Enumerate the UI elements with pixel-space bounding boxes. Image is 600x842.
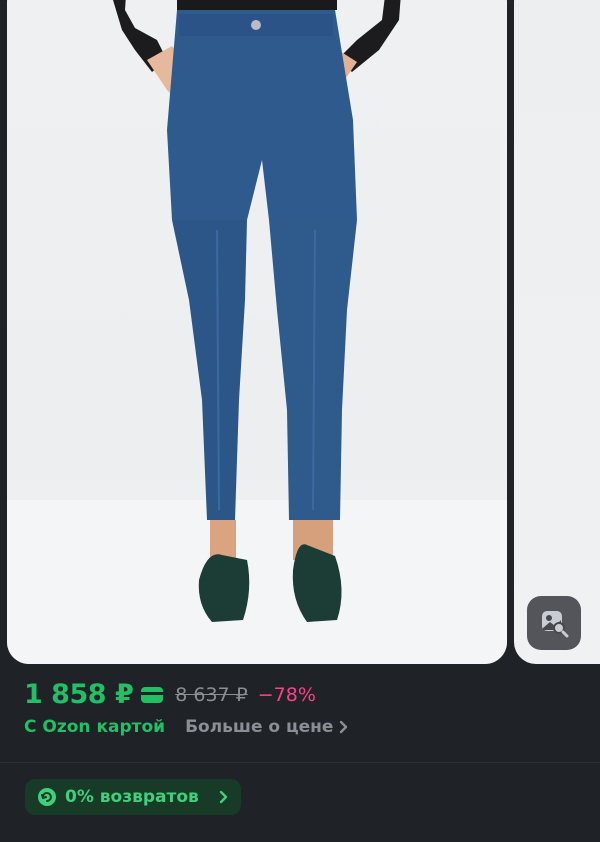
product-photo[interactable]: [7, 0, 507, 664]
ozon-card-price-label: С Ozon картой: [24, 717, 166, 737]
product-image: [7, 0, 507, 664]
divider: [0, 762, 600, 763]
more-about-price-link[interactable]: Больше о цене: [185, 717, 333, 737]
price-row: 1 858 ₽ 8 637 ₽ −78%: [24, 679, 316, 710]
discount-badge: −78%: [257, 683, 316, 706]
returns-badge[interactable]: 0% возвратов: [25, 779, 241, 815]
price-section: 1 858 ₽ 8 637 ₽ −78% С Ozon картой Больш…: [0, 664, 600, 762]
chevron-right-icon[interactable]: [219, 790, 229, 804]
next-photo-preview[interactable]: [514, 0, 600, 664]
returns-label: 0% возвратов: [65, 787, 199, 807]
ozon-card-icon: [141, 686, 164, 704]
ozon-card-row: С Ozon картой Больше о цене: [24, 717, 349, 737]
returns-icon: [37, 787, 57, 807]
price-old: 8 637 ₽: [175, 683, 248, 706]
chevron-right-icon[interactable]: [339, 720, 349, 734]
image-search-icon[interactable]: [527, 596, 581, 650]
product-gallery[interactable]: [0, 0, 600, 664]
price-current: 1 858 ₽: [24, 679, 134, 710]
